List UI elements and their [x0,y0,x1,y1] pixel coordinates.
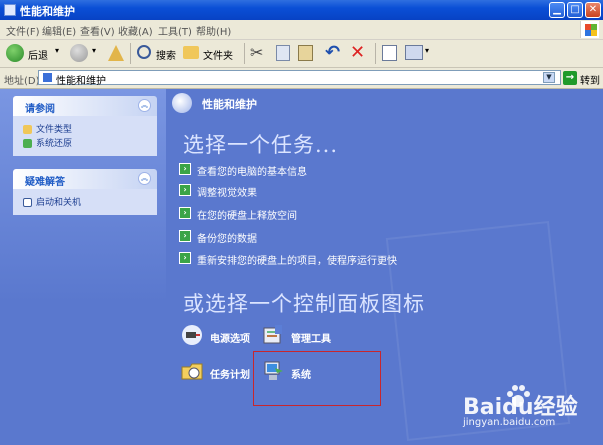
system-restore-icon [23,139,32,148]
search-label[interactable]: 搜索 [156,47,176,62]
scheduled-tasks-icon [180,359,204,383]
views-icon[interactable] [405,45,423,60]
cp-label: 电源选项 [210,334,250,345]
address-label: 地址(D) [4,76,40,87]
toolbar-divider [130,43,131,64]
address-bar: 地址(D) 性能和维护 ▼ → 转到 [0,68,603,89]
power-options-icon [180,323,204,347]
window-icon [4,4,16,16]
minimize-button[interactable]: ▁ [549,2,565,18]
explorer-window: 性能和维护 ▁ □ ✕ 文件(F) 编辑(E) 查看(V) 收藏(A) 工具(T… [0,0,603,445]
see-also-header[interactable]: 请参阅 ︽ [13,96,157,116]
paste-icon[interactable] [298,45,313,61]
task-label: 在您的硬盘上释放空间 [197,211,297,222]
task-heading: 选择一个任务... [183,133,339,157]
properties-icon[interactable] [382,45,397,61]
task-pane: 请参阅 ︽ 文件类型 系统还原 疑难解答 ︽ 启动和关机 [0,89,166,445]
performance-maintenance-icon [172,93,192,113]
folders-icon[interactable] [183,46,199,59]
menu-file[interactable]: 文件(F) [6,23,40,38]
cp-label: 任务计划 [210,370,250,381]
back-label[interactable]: 后退 [28,47,48,62]
page-title: 性能和维护 [202,98,257,111]
delete-icon[interactable]: ✕ [350,43,368,63]
task-label: 重新安排您的硬盘上的项目，使程序运行更快 [197,256,397,267]
task-arrow-icon: › [179,207,191,219]
toolbar: 后退 ▾ ▾ 搜索 文件夹 ✂ ↶ ✕ ▾ [0,40,603,68]
link-label: 系统还原 [36,139,73,149]
menu-edit[interactable]: 编辑(E) [42,23,76,38]
troubleshoot-body: 启动和关机 [13,189,157,215]
address-value[interactable]: 性能和维护 [56,72,106,87]
forward-dropdown-icon[interactable]: ▾ [92,46,96,55]
window-title: 性能和维护 [20,5,75,18]
troubleshoot-panel: 疑难解答 ︽ 启动和关机 [13,169,157,215]
content-area: 请参阅 ︽ 文件类型 系统还原 疑难解答 ︽ 启动和关机 性能和维护 选择一个任… [0,89,603,445]
maximize-icon: □ [570,4,580,15]
main-pane: 性能和维护 选择一个任务... › 查看您的电脑的基本信息 › 调整视觉效果 ›… [166,89,603,445]
copy-icon[interactable] [276,45,290,61]
undo-icon[interactable]: ↶ [325,43,343,63]
troubleshoot-title: 疑难解答 [25,177,65,188]
cut-icon[interactable]: ✂ [250,44,268,62]
see-also-panel: 请参阅 ︽ 文件类型 系统还原 [13,96,157,156]
link-startup-shutdown[interactable]: 启动和关机 [23,195,81,208]
administrative-tools-icon [261,323,285,347]
maximize-button[interactable]: □ [567,2,583,18]
task-arrow-icon: › [179,184,191,196]
forward-arrow-icon[interactable] [70,44,88,62]
address-dropdown-icon[interactable]: ▼ [543,72,555,83]
menu-help[interactable]: 帮助(H) [196,23,231,38]
task-arrow-icon: › [179,230,191,242]
menu-view[interactable]: 查看(V) [80,23,115,38]
folders-label[interactable]: 文件夹 [203,47,233,62]
toolbar-divider [375,43,376,64]
task-label: 调整视觉效果 [197,188,257,199]
task-arrow-icon: › [179,252,191,264]
title-bar[interactable]: 性能和维护 ▁ □ ✕ [0,0,603,20]
address-field[interactable]: 性能和维护 [38,70,561,87]
see-also-title: 请参阅 [25,104,55,115]
task-label: 查看您的电脑的基本信息 [197,167,307,178]
views-dropdown-icon[interactable]: ▾ [425,46,429,55]
link-label: 启动和关机 [36,198,82,208]
collapse-chevron-icon[interactable]: ︽ [138,172,151,185]
cp-label: 管理工具 [291,334,331,345]
windows-logo-icon [580,21,599,38]
go-button[interactable]: 转到 [580,72,600,87]
back-arrow-icon[interactable] [6,44,24,62]
link-file-types[interactable]: 文件类型 [23,122,72,135]
task-label: 备份您的数据 [197,234,257,245]
baidu-paw-logo [507,385,530,407]
close-button[interactable]: ✕ [585,2,601,18]
menu-favorites[interactable]: 收藏(A) [118,23,153,38]
task-arrow-icon: › [179,163,191,175]
link-system-restore[interactable]: 系统还原 [23,136,72,149]
help-icon [23,198,32,207]
search-icon[interactable] [137,45,151,59]
file-types-icon [23,125,32,134]
up-folder-icon[interactable] [108,45,124,61]
toolbar-divider [244,43,245,64]
minimize-icon: ▁ [553,4,561,15]
highlight-box [253,351,381,406]
close-icon: ✕ [588,4,598,15]
back-dropdown-icon[interactable]: ▾ [55,46,59,55]
see-also-body: 文件类型 系统还原 [13,116,157,156]
baidu-watermark: Baidu经验 jingyan.baidu.com [463,374,603,434]
control-panel-icon [43,73,52,82]
menu-tools[interactable]: 工具(T) [158,23,192,38]
go-arrow-icon[interactable]: → [563,71,577,85]
menu-bar: 文件(F) 编辑(E) 查看(V) 收藏(A) 工具(T) 帮助(H) [0,20,603,40]
collapse-chevron-icon[interactable]: ︽ [138,99,151,112]
watermark-url: jingyan.baidu.com [463,417,556,428]
control-panel-heading: 或选择一个控制面板图标 [183,292,425,316]
link-label: 文件类型 [36,125,73,135]
troubleshoot-header[interactable]: 疑难解答 ︽ [13,169,157,189]
